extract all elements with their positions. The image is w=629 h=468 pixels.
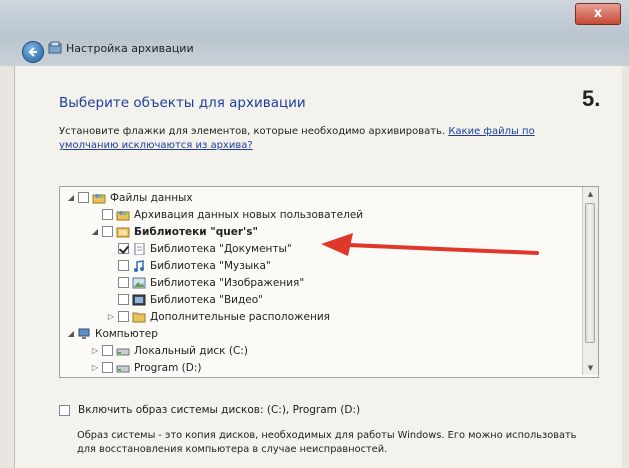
checkbox[interactable]: [118, 277, 129, 288]
expand-icon[interactable]: ▷: [90, 346, 100, 355]
tree-item-label: Компьютер: [95, 327, 158, 340]
expand-icon[interactable]: ▷: [90, 363, 100, 372]
checkbox-checked[interactable]: [118, 243, 129, 254]
backup-icon: [48, 41, 62, 54]
tree-item-new-users[interactable]: Архивация данных новых пользователей: [100, 206, 363, 223]
tree-item-label: Архивация данных новых пользователей: [134, 208, 364, 221]
instruction-text: Установите флажки для элементов, которые…: [59, 125, 579, 153]
documents-icon: [134, 242, 145, 255]
tree-item-label: Библиотеки "quer's": [134, 225, 258, 238]
checkbox[interactable]: [118, 311, 129, 322]
tree-item-music[interactable]: Библиотека "Музыка": [116, 257, 271, 274]
tree-item-pictures[interactable]: Библиотека "Изображения": [116, 274, 304, 291]
collapse-icon[interactable]: ◢: [66, 193, 76, 202]
tree-item-label: Дополнительные расположения: [150, 310, 330, 323]
step-label: 5.: [582, 86, 601, 111]
window-titlebar: x Настройка архивации: [0, 0, 629, 66]
system-image-checkbox[interactable]: [59, 404, 70, 416]
tree-item-label: Локальный диск (C:): [134, 344, 248, 357]
page-title: Выберите объекты для архивации: [59, 95, 306, 111]
arrow-left-icon: [28, 47, 37, 57]
users-folder-icon: [116, 210, 130, 220]
tree-item-label: Библиотека "Документы": [150, 242, 292, 255]
scroll-down-icon[interactable]: ▼: [583, 361, 598, 375]
tree-item-label: Библиотека "Видео": [150, 293, 263, 306]
tree-item-label: Библиотека "Музыка": [150, 259, 271, 272]
back-button[interactable]: [22, 41, 44, 63]
tree-item-computer[interactable]: ◢ Компьютер: [66, 325, 158, 342]
system-image-option[interactable]: Включить образ системы дисков: (C:), Pro…: [59, 404, 360, 416]
music-icon: [134, 259, 144, 272]
system-image-description: Образ системы - это копия дисков, необхо…: [77, 430, 577, 455]
checkbox[interactable]: [78, 192, 89, 203]
window-title: Настройка архивации: [66, 42, 194, 55]
expand-icon[interactable]: ▷: [106, 312, 116, 321]
instruction-label: Установите флажки для элементов, которые…: [59, 126, 446, 137]
tree-item-drive-c[interactable]: ▷ Локальный диск (C:): [90, 342, 248, 359]
checkbox[interactable]: [118, 260, 129, 271]
close-button[interactable]: x: [575, 3, 621, 25]
computer-icon: [78, 328, 90, 339]
scroll-up-icon[interactable]: ▲: [583, 187, 598, 201]
checkbox[interactable]: [102, 362, 113, 373]
video-icon: [132, 294, 146, 305]
tree-item-drive-d[interactable]: ▷ Program (D:): [90, 359, 202, 376]
checkbox[interactable]: [118, 294, 129, 305]
system-image-label: Включить образ системы дисков: (C:), Pro…: [78, 404, 361, 416]
tree-scrollbar[interactable]: ▲ ▼: [582, 187, 598, 375]
collapse-icon[interactable]: ◢: [90, 227, 100, 236]
tree-item-label: Файлы данных: [110, 191, 193, 204]
tree-item-label: Program (D:): [134, 361, 202, 374]
tree-item-video[interactable]: Библиотека "Видео": [116, 291, 263, 308]
backup-items-tree[interactable]: ◢ Файлы данных Архивация данных новых по…: [59, 186, 599, 378]
wizard-content: Выберите объекты для архивации 5. Устано…: [14, 66, 622, 468]
library-icon: [116, 227, 130, 237]
tree-item-data-files[interactable]: ◢ Файлы данных: [66, 189, 193, 206]
tree-item-label: Библиотека "Изображения": [150, 276, 305, 289]
checkbox[interactable]: [102, 226, 113, 237]
collapse-icon[interactable]: ◢: [66, 329, 76, 338]
users-folder-icon: [92, 193, 106, 203]
pictures-icon: [132, 277, 146, 288]
folder-icon: [132, 312, 146, 322]
checkbox[interactable]: [102, 209, 113, 220]
tree-item-libraries[interactable]: ◢ Библиотеки "quer's": [90, 223, 258, 240]
drive-icon: [116, 365, 130, 372]
tree-item-additional-locations[interactable]: ▷ Дополнительные расположения: [106, 308, 330, 325]
annotation-arrow-icon: [321, 233, 539, 256]
tree-item-documents[interactable]: Библиотека "Документы": [116, 240, 292, 257]
close-icon: x: [593, 6, 603, 21]
drive-icon: [116, 348, 130, 355]
scroll-thumb[interactable]: [585, 203, 595, 343]
checkbox[interactable]: [102, 345, 113, 356]
